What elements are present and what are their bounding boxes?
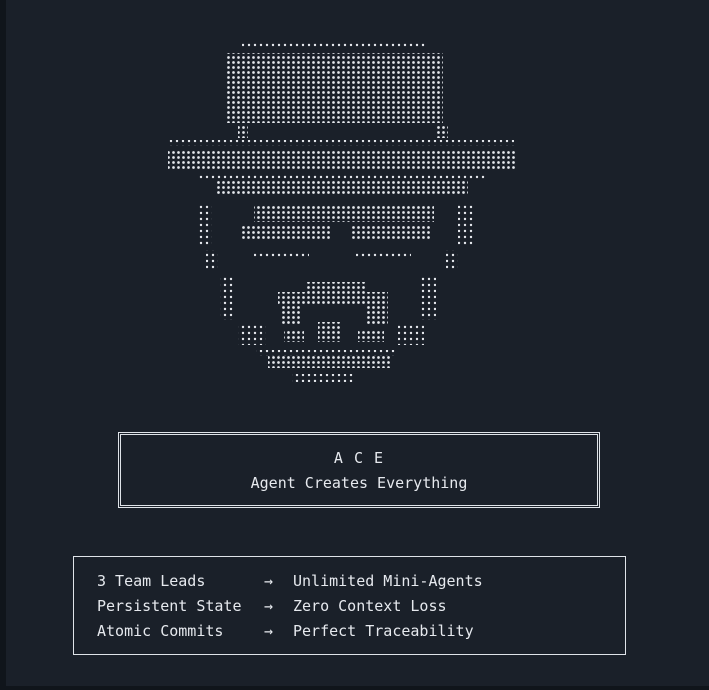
feature-right: Perfect Traceability <box>293 622 474 640</box>
moustache <box>278 282 388 342</box>
hat-and-glasses-face-icon <box>168 42 516 382</box>
title-box: A C E Agent Creates Everything <box>118 432 600 508</box>
features-box: 3 Team Leads → Unlimited Mini-Agents Per… <box>73 556 626 655</box>
chin <box>256 350 396 382</box>
feature-row: Persistent State → Zero Context Loss <box>74 597 447 619</box>
hat-crown <box>226 42 448 138</box>
hat-brim <box>168 140 516 195</box>
app-subtitle: Agent Creates Everything <box>250 474 468 492</box>
feature-right: Unlimited Mini-Agents <box>293 572 483 590</box>
feature-right: Zero Context Loss <box>293 597 447 615</box>
feature-row: Atomic Commits → Perfect Traceability <box>74 622 474 644</box>
app-title: A C E <box>333 449 385 467</box>
glasses <box>242 206 434 257</box>
arrow-right-icon: → <box>264 572 274 590</box>
feature-row: 3 Team Leads → Unlimited Mini-Agents <box>74 572 483 594</box>
feature-left: Persistent State <box>97 597 242 615</box>
feature-left: Atomic Commits <box>97 622 224 640</box>
arrow-right-icon: → <box>264 622 274 640</box>
arrow-right-icon: → <box>264 597 274 615</box>
feature-left: 3 Team Leads <box>97 572 206 590</box>
terminal-window: A C E Agent Creates Everything 3 Team Le… <box>0 0 709 690</box>
